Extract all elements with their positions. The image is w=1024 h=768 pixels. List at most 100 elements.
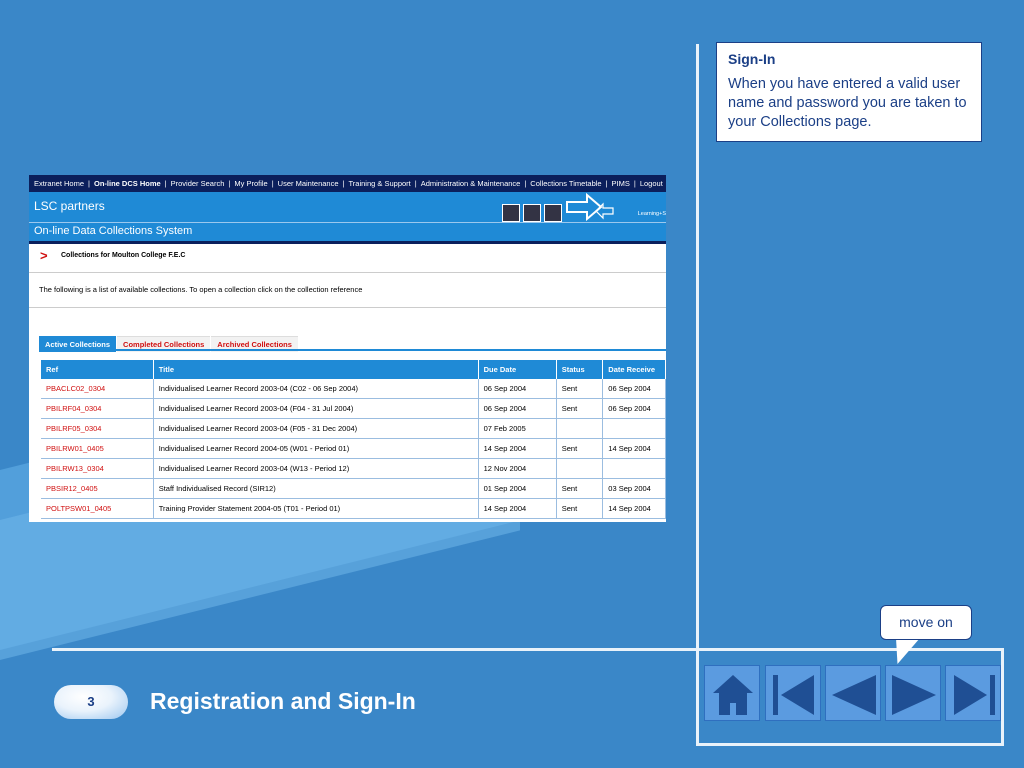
table-cell: Individualised Learner Record 2003-04 (F… <box>153 418 479 439</box>
table-cell: 03 Sep 2004 <box>602 478 666 499</box>
table-cell: Staff Individualised Record (SIR12) <box>153 478 479 499</box>
topnav-link[interactable]: My Profile <box>234 179 267 188</box>
table-row: PBACLC02_0304 Individualised Learner Reco… <box>41 379 666 399</box>
collection-ref-link[interactable]: PBILRF05_0304 <box>41 418 154 439</box>
previous-icon <box>832 675 876 715</box>
table-row: PBILRW01_0405 Individualised Learner Reco… <box>41 438 666 459</box>
sign-in-callout: Sign-In When you have entered a valid us… <box>716 42 982 142</box>
last-slide-button[interactable] <box>945 665 1001 721</box>
divider-vertical <box>696 44 699 746</box>
collection-ref-link[interactable]: PBILRW01_0405 <box>41 438 154 459</box>
topnav-link[interactable]: Collections Timetable <box>530 179 601 188</box>
table-row: PBILRW13_0304 Individualised Learner Reco… <box>41 458 666 479</box>
table-header-row: Ref Title Due Date Status Date Receive <box>41 360 666 379</box>
table-row: PBILRF04_0304 Individualised Learner Reco… <box>41 398 666 419</box>
table-cell: 14 Sep 2004 <box>478 498 557 519</box>
system-title: On-line Data Collections System <box>29 222 666 241</box>
topnav-link[interactable]: Provider Search <box>171 179 225 188</box>
nav-separator: | <box>524 179 527 188</box>
table-row: PBSIR12_0405 Staff Individualised Record … <box>41 478 666 499</box>
top-navigation: Extranet Home | On-line DCS Home | Provider … <box>29 175 666 192</box>
learning-text: Learning+S <box>637 211 666 217</box>
table-cell: Sent <box>556 379 604 399</box>
collection-ref-link[interactable]: PBACLC02_0304 <box>41 379 154 399</box>
collection-ref-link[interactable]: PBSIR12_0405 <box>41 478 154 499</box>
home-icon <box>713 675 753 715</box>
table-cell: Sent <box>556 398 604 419</box>
table-cell: Individualised Learner Record 2003-04 (C… <box>153 379 479 399</box>
topnav-link[interactable]: Training & Support <box>348 179 410 188</box>
topnav-link[interactable]: Administration & Maintenance <box>421 179 521 188</box>
table-cell: Individualised Learner Record 2003-04 (F… <box>153 398 479 419</box>
brand-logo: LSC partners <box>34 199 105 213</box>
collections-title: Collections for Moulton College F.E.C <box>61 252 186 259</box>
table-cell <box>556 418 604 439</box>
first-icon <box>773 675 814 715</box>
table-cell: Individualised Learner Record 2003-04 (W… <box>153 458 479 479</box>
table-cell: Training Provider Statement 2004-05 (T01… <box>153 498 479 519</box>
nav-separator: | <box>271 179 274 188</box>
column-header: Status <box>556 360 604 379</box>
home-button[interactable] <box>704 665 760 721</box>
move-on-pointer <box>885 638 920 664</box>
table-cell: Sent <box>556 438 604 459</box>
column-header: Date Receive <box>602 360 666 379</box>
table-cell <box>602 458 666 479</box>
table-cell: 06 Sep 2004 <box>478 379 557 399</box>
collections-heading: > Collections for Moulton College F.E.C <box>29 244 666 273</box>
table-cell: 06 Sep 2004 <box>602 398 666 419</box>
divider-horizontal <box>52 648 1004 651</box>
column-header: Due Date <box>478 360 557 379</box>
arrow-logo-icon <box>566 193 614 222</box>
slide-number: 3 <box>54 685 128 719</box>
table-cell: 01 Sep 2004 <box>478 478 557 499</box>
nav-separator: | <box>414 179 417 188</box>
table-row: PBILRF05_0304 Individualised Learner Reco… <box>41 418 666 439</box>
topnav-link[interactable]: User Maintenance <box>278 179 339 188</box>
table-cell: 14 Sep 2004 <box>602 498 666 519</box>
move-on-button[interactable]: move on <box>880 605 972 640</box>
table-row: POLTPSW01_0405 Training Provider Statemen… <box>41 498 666 519</box>
chevron-right-icon: > <box>40 248 48 263</box>
last-icon <box>954 675 995 715</box>
table-cell: 14 Sep 2004 <box>478 438 557 459</box>
topnav-link[interactable]: PIMS <box>612 179 630 188</box>
photo-thumbnails <box>502 204 565 222</box>
nav-separator: | <box>605 179 608 188</box>
nav-separator: | <box>633 179 636 188</box>
divider-bottom <box>696 743 1004 746</box>
intro-text: The following is a list of available col… <box>29 273 666 308</box>
column-header: Title <box>153 360 479 379</box>
collection-ref-link[interactable]: PBILRW13_0304 <box>41 458 154 479</box>
table-cell: 12 Nov 2004 <box>478 458 557 479</box>
column-header: Ref <box>41 360 154 379</box>
table-cell: 07 Feb 2005 <box>478 418 557 439</box>
table-cell: Sent <box>556 478 604 499</box>
banner: LSC partners Learning+S <box>29 192 666 222</box>
table-cell <box>556 458 604 479</box>
photo-thumbnail <box>502 204 520 222</box>
tab-underline <box>39 349 666 351</box>
embedded-screenshot: Extranet Home | On-line DCS Home | Provider … <box>29 175 666 522</box>
topnav-link[interactable]: Extranet Home <box>34 179 84 188</box>
table-cell <box>602 418 666 439</box>
first-slide-button[interactable] <box>765 665 821 721</box>
collections-table: Ref Title Due Date Status Date Receive PBACL… <box>41 360 666 519</box>
topnav-link[interactable]: On-line DCS Home <box>94 179 161 188</box>
collection-tabs: Active Collections Completed Collections A… <box>39 334 299 352</box>
collection-ref-link[interactable]: POLTPSW01_0405 <box>41 498 154 519</box>
nav-separator: | <box>164 179 167 188</box>
table-cell: 06 Sep 2004 <box>478 398 557 419</box>
previous-slide-button[interactable] <box>825 665 881 721</box>
table-cell: Individualised Learner Record 2004-05 (W… <box>153 438 479 459</box>
collection-ref-link[interactable]: PBILRF04_0304 <box>41 398 154 419</box>
next-icon <box>892 675 936 715</box>
callout-title: Sign-In <box>728 51 776 67</box>
nav-separator: | <box>88 179 90 188</box>
table-cell: 14 Sep 2004 <box>602 438 666 459</box>
next-slide-button[interactable] <box>885 665 941 721</box>
nav-separator: | <box>342 179 345 188</box>
topnav-link[interactable]: Logout <box>640 179 663 188</box>
table-cell: Sent <box>556 498 604 519</box>
slide-title: Registration and Sign-In <box>150 688 416 714</box>
